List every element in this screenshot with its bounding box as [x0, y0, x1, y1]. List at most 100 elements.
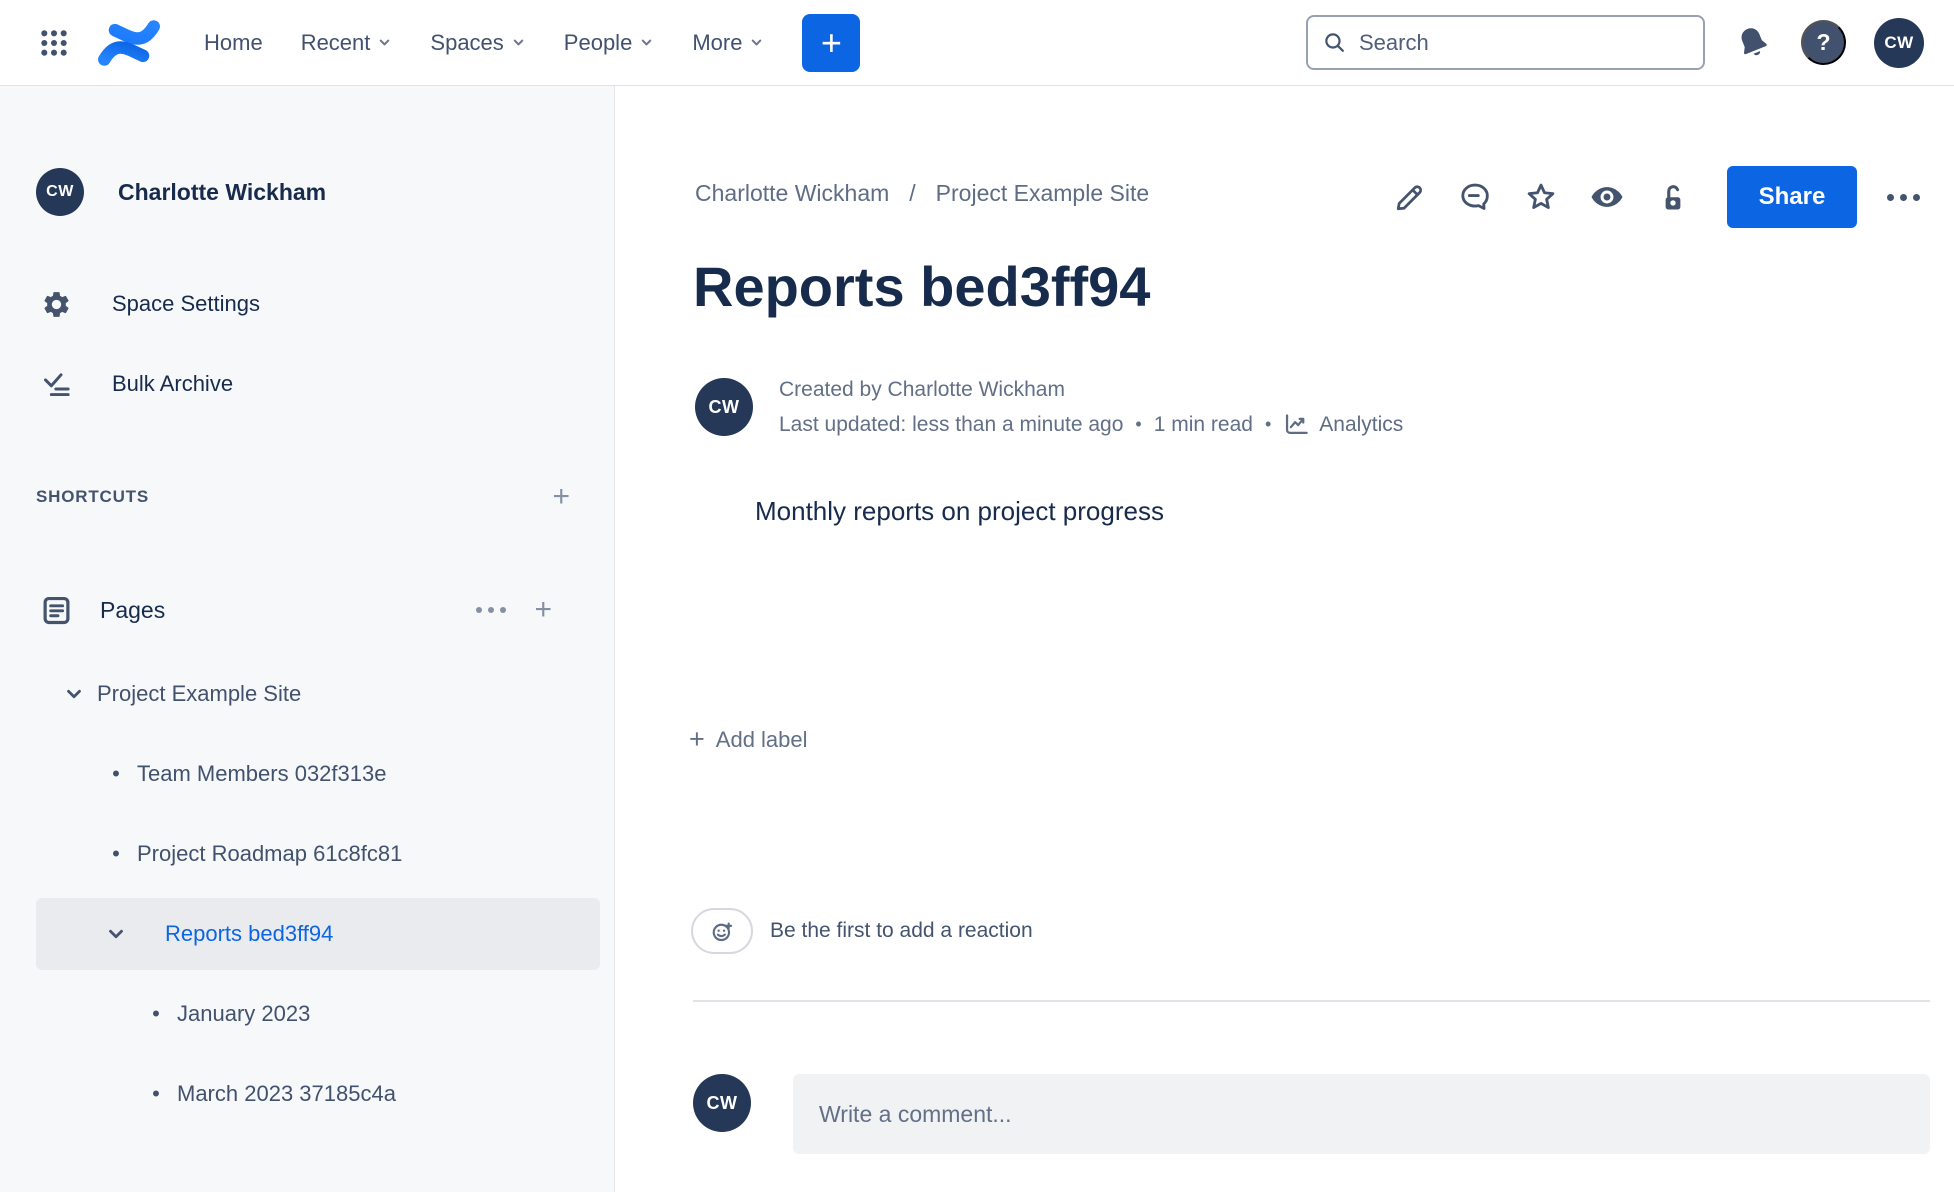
reaction-prompt-text: Be the first to add a reaction [770, 919, 1033, 942]
watch-button[interactable] [1581, 171, 1633, 223]
add-page-button[interactable]: + [528, 595, 558, 625]
add-reaction-button[interactable] [691, 908, 753, 954]
breadcrumb: Charlotte Wickham / Project Example Site [695, 180, 1149, 207]
created-by-text: Created by Charlotte Wickham [779, 378, 1065, 401]
nav-item-recent[interactable]: Recent [289, 20, 405, 66]
tree-item-team-members[interactable]: • Team Members 032f313e [0, 734, 614, 814]
grid-icon [41, 29, 67, 56]
space-sidebar: CW Charlotte Wickham Space Settings Bulk… [0, 86, 615, 1192]
tree-item-project-roadmap[interactable]: • Project Roadmap 61c8fc81 [0, 814, 614, 894]
avatar-initials: CW [46, 183, 74, 200]
page-body-text: Monthly reports on project progress [755, 496, 1164, 526]
share-button[interactable]: Share [1727, 166, 1857, 228]
page-content: Charlotte Wickham / Project Example Site [615, 86, 1954, 1192]
primary-nav-menu: Home Recent Spaces People More [192, 20, 776, 66]
nav-item-people[interactable]: People [552, 20, 667, 66]
read-time-text: 1 min read [1153, 412, 1253, 436]
tree-item-march-2023[interactable]: • March 2023 37185c4a [0, 1054, 614, 1134]
nav-item-home[interactable]: Home [192, 20, 275, 66]
restrictions-button[interactable] [1647, 171, 1699, 223]
last-updated-text[interactable]: Last updated: less than a minute ago [779, 413, 1123, 437]
pencil-icon [1396, 184, 1422, 210]
add-label-button[interactable]: + Add label [689, 726, 808, 753]
tree-item-label: March 2023 37185c4a [177, 1081, 396, 1106]
tree-item-label: Project Example Site [97, 681, 302, 706]
nav-item-label: Home [204, 29, 263, 55]
nav-item-more[interactable]: More [680, 20, 776, 66]
bullet-icon: • [152, 1081, 160, 1106]
tree-item-label: January 2023 [177, 1001, 311, 1026]
comments-button[interactable] [1449, 171, 1501, 223]
dot-separator: • [1135, 414, 1142, 434]
tree-item-january-2023[interactable]: • January 2023 [0, 974, 614, 1054]
unlock-icon [1665, 185, 1681, 210]
space-avatar: CW [36, 168, 84, 216]
content-divider [693, 1000, 1930, 1002]
space-name: Charlotte Wickham [118, 178, 327, 205]
share-button-label: Share [1758, 183, 1826, 210]
pages-icon [43, 596, 69, 624]
nav-item-spaces[interactable]: Spaces [418, 20, 537, 66]
search-box[interactable] [1306, 15, 1705, 70]
analytics-chart-icon [1286, 414, 1309, 434]
chevron-down-icon [67, 689, 81, 699]
plus-icon: + [552, 480, 570, 513]
create-button[interactable]: + [802, 13, 861, 72]
tree-item-label: Team Members 032f313e [137, 761, 387, 786]
nav-right-cluster: ? CW [1306, 15, 1924, 70]
chevron-down-icon [752, 39, 762, 46]
chevron-down-icon [642, 39, 652, 46]
sidebar-item-bulk-archive[interactable]: Bulk Archive [36, 362, 576, 406]
chevron-down-icon [380, 39, 390, 46]
question-mark-icon: ? [1816, 29, 1831, 55]
edit-button[interactable] [1383, 171, 1435, 223]
pages-more-button[interactable] [470, 601, 512, 619]
shortcuts-section-header: SHORTCUTS + [36, 476, 576, 518]
analytics-link[interactable]: Analytics [1283, 411, 1403, 438]
bullet-icon: • [152, 1001, 160, 1026]
notifications-button[interactable] [1733, 23, 1773, 63]
plus-icon: + [534, 593, 552, 626]
pages-section-header[interactable]: Pages + [36, 586, 576, 634]
tree-item-label: Reports bed3ff94 [165, 921, 334, 946]
comment-section: CW [693, 1074, 1930, 1154]
add-label-text: Add label [715, 726, 808, 752]
plus-icon: + [820, 21, 842, 63]
comment-bubble-icon [1461, 183, 1489, 210]
breadcrumb-parent-link[interactable]: Project Example Site [936, 180, 1149, 207]
gear-icon [43, 291, 69, 317]
app-switcher-icon[interactable] [34, 23, 74, 63]
search-input[interactable] [1359, 29, 1691, 56]
nav-item-label: Recent [300, 29, 371, 55]
avatar-initials: CW [708, 396, 740, 417]
star-icon [1527, 183, 1555, 209]
smiley-add-icon [712, 921, 732, 941]
comment-input[interactable] [793, 1074, 1930, 1154]
tree-item-project-example-site[interactable]: Project Example Site [0, 654, 614, 734]
eye-icon [1591, 187, 1623, 207]
top-navigation-bar: Home Recent Spaces People More + Search … [0, 0, 1954, 86]
page-title: Reports bed3ff94 [693, 255, 1151, 318]
help-button[interactable]: ? [1801, 20, 1846, 65]
space-header[interactable]: CW Charlotte Wickham [36, 166, 326, 218]
page-action-bar: Share [1383, 166, 1926, 228]
sidebar-item-space-settings[interactable]: Space Settings [36, 282, 576, 326]
favorite-button[interactable] [1515, 171, 1567, 223]
user-avatar[interactable]: CW [1874, 17, 1924, 68]
search-icon [1325, 33, 1344, 52]
page-more-button[interactable] [1881, 188, 1926, 207]
nav-item-label: Spaces [430, 29, 504, 55]
avatar-initials: CW [1884, 32, 1914, 52]
shortcuts-heading: SHORTCUTS [36, 487, 149, 506]
tree-item-reports-selected[interactable]: Reports bed3ff94 [0, 894, 614, 974]
commenter-avatar: CW [693, 1074, 751, 1132]
chevron-down-icon [513, 39, 524, 46]
add-shortcut-button[interactable]: + [546, 482, 576, 512]
confluence-logo-icon[interactable] [96, 15, 162, 71]
author-avatar[interactable]: CW [695, 378, 753, 436]
breadcrumb-separator: / [909, 180, 916, 206]
page-tree: Project Example Site • Team Members 032f… [0, 654, 614, 1134]
nav-item-label: People [563, 29, 633, 55]
nav-item-label: More [692, 29, 743, 55]
breadcrumb-space-link[interactable]: Charlotte Wickham [695, 180, 889, 207]
